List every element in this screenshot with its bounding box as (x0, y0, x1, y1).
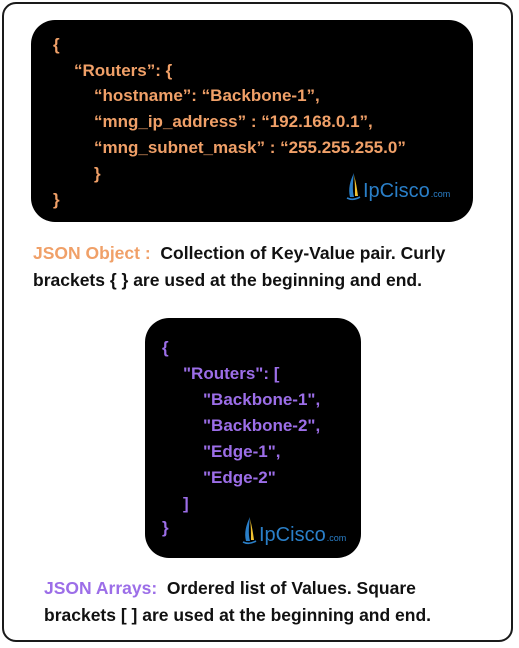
ipcisco-logo: IpCisco .com (241, 516, 346, 546)
json-array-description-line1: JSON Arrays: Ordered list of Values. Squ… (44, 576, 416, 601)
logo-suffix-text: .com (326, 533, 347, 543)
json-array-description-line2: brackets [ ] are used at the beginning a… (44, 605, 432, 625)
json-array-label: JSON Arrays: (44, 578, 158, 598)
code-line: } (53, 190, 60, 209)
json-object-label: JSON Object : (33, 243, 151, 263)
code-line: “mng_subnet_mask” : “255.255.255.0” (94, 138, 406, 157)
json-array-code-box: { "Routers": [ "Backbone-1", "Backbone-2… (145, 318, 361, 558)
code-line: "Backbone-2", (203, 416, 321, 435)
json-object-code-box: { “Routers”: { “hostname”: “Backbone-1”,… (31, 20, 473, 222)
code-line: { (53, 35, 60, 54)
sail-logo-icon (345, 172, 361, 202)
json-object-description-line2: brackets { } are used at the beginning a… (33, 270, 422, 290)
logo-brand-text: IpCisco (363, 180, 430, 202)
code-line: "Backbone-1", (203, 390, 321, 409)
code-line: “Routers”: { (74, 61, 173, 80)
code-line: { (162, 338, 169, 357)
ipcisco-logo: IpCisco .com (345, 172, 450, 202)
logo-suffix-text: .com (430, 189, 451, 199)
logo-brand-text: IpCisco (259, 524, 326, 546)
code-line: “mng_ip_address” : “192.168.0.1”, (94, 112, 373, 131)
sail-logo-icon (241, 516, 257, 546)
code-line: "Routers": [ (183, 364, 280, 383)
code-line: "Edge-2" (203, 468, 276, 487)
code-line: "Edge-1", (203, 442, 281, 461)
code-line: } (94, 164, 101, 183)
code-line: ] (183, 494, 189, 513)
json-object-text: Collection of Key-Value pair. Curly (160, 243, 446, 263)
code-line: } (162, 518, 169, 537)
code-line: “hostname”: “Backbone-1”, (94, 86, 320, 105)
json-array-text: Ordered list of Values. Square (166, 578, 416, 598)
json-object-description-line1: JSON Object : Collection of Key-Value pa… (33, 241, 445, 266)
